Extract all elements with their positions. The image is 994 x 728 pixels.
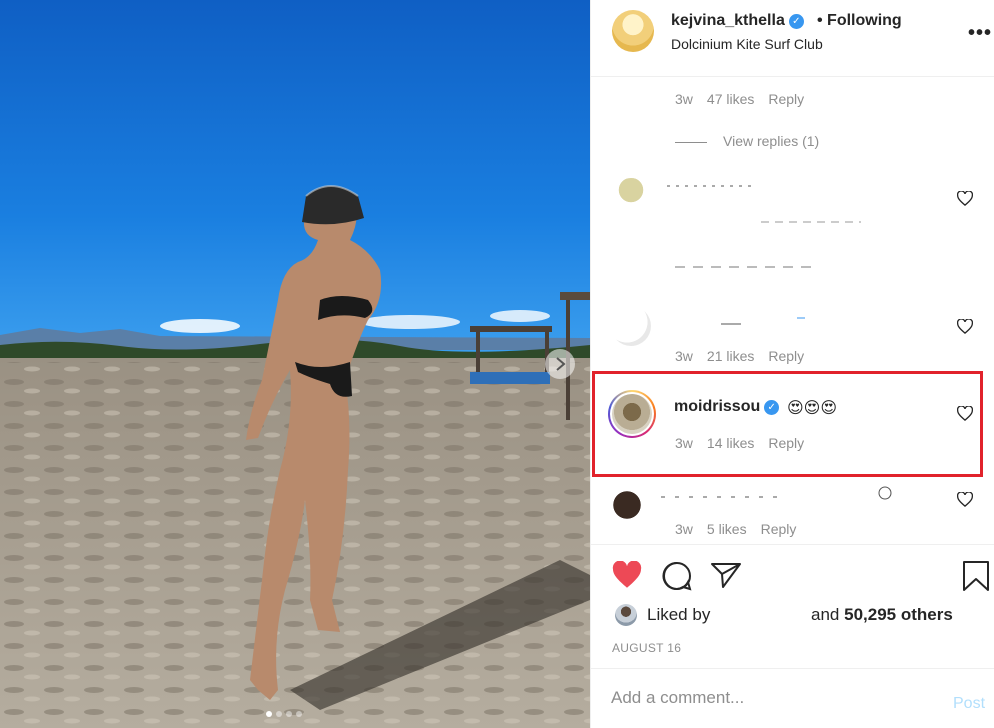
moidrissou-avatar[interactable] (608, 390, 656, 438)
comment-meta: 3w 47 likes Reply (675, 91, 804, 107)
add-comment-bar: Post (591, 668, 994, 728)
obscured-text-icon (667, 185, 861, 223)
obscured-text-icon (661, 486, 892, 500)
heart-outline-icon[interactable] (957, 406, 973, 421)
post-header: kejvina_kthella ✓ • Following Dolcinium K… (591, 0, 994, 77)
post-date: AUGUST 16 (612, 641, 682, 655)
comment-bubble-icon[interactable] (661, 560, 693, 592)
heart-outline-icon[interactable] (957, 191, 973, 206)
and-label: and (811, 605, 840, 624)
view-replies-label[interactable]: View replies (1) (723, 133, 819, 149)
post-comment-button[interactable]: Post (953, 695, 985, 713)
next-photo-button[interactable] (545, 349, 575, 379)
comment-username[interactable]: moidrissou ✓ (674, 398, 780, 416)
reply-button[interactable]: Reply (761, 521, 797, 537)
commenter-avatar[interactable] (611, 481, 651, 521)
comment-age[interactable]: 3w (675, 348, 693, 364)
instagram-post-modal: kejvina_kthella ✓ • Following Dolcinium K… (0, 0, 994, 728)
more-options-icon[interactable]: ••• (968, 22, 992, 45)
heart-filled-icon[interactable] (611, 561, 643, 589)
comment-likes[interactable]: 14 likes (707, 435, 754, 451)
comment-row-obscured (611, 178, 871, 228)
comment-age[interactable]: 3w (675, 521, 693, 537)
comment-likes[interactable]: 21 likes (707, 348, 754, 364)
carousel-dot (266, 711, 272, 717)
comment-username-text[interactable]: moidrissou (674, 398, 760, 415)
author-avatar[interactable] (612, 10, 654, 52)
share-paper-plane-icon[interactable] (710, 561, 742, 589)
carousel-dot (276, 711, 282, 717)
author-username[interactable]: kejvina_kthella ✓ (671, 12, 804, 30)
comment-age[interactable]: 3w (675, 435, 693, 451)
obscured-text-icon (721, 317, 805, 325)
carousel-indicator (266, 711, 302, 717)
comment-meta: 3w 5 likes Reply (675, 521, 796, 537)
reply-button[interactable]: Reply (768, 435, 804, 451)
comment-row-obscured (611, 481, 901, 521)
author-username-text[interactable]: kejvina_kthella (671, 12, 785, 29)
post-side-panel: kejvina_kthella ✓ • Following Dolcinium K… (590, 0, 994, 728)
comment-likes[interactable]: 47 likes (707, 91, 754, 107)
comment-likes[interactable]: 5 likes (707, 521, 747, 537)
obscured-text-icon (675, 266, 815, 268)
divider-line (675, 141, 707, 143)
comment-meta: 3w 14 likes Reply (675, 435, 804, 451)
comment-text: 😍😍😍 (787, 400, 838, 417)
bookmark-icon[interactable] (962, 560, 990, 592)
comment-meta: 3w 21 likes Reply (675, 348, 804, 364)
liked-by-label: Liked by (647, 605, 711, 624)
reply-button[interactable]: Reply (768, 348, 804, 364)
reply-button[interactable]: Reply (768, 91, 804, 107)
comment-input[interactable] (611, 688, 911, 708)
liked-by-avatar[interactable] (615, 604, 637, 626)
verified-badge-icon: ✓ (764, 400, 780, 415)
comment-age[interactable]: 3w (675, 91, 693, 107)
following-button[interactable]: • Following (817, 12, 902, 30)
heart-outline-icon[interactable] (957, 492, 973, 507)
post-location[interactable]: Dolcinium Kite Surf Club (671, 36, 823, 52)
heart-outline-icon[interactable] (957, 319, 973, 334)
commenter-avatar[interactable] (611, 178, 651, 218)
post-photo[interactable] (0, 0, 590, 728)
beach-photo-image (0, 0, 590, 728)
commenter-avatar[interactable] (611, 306, 651, 346)
carousel-dot (286, 711, 292, 717)
likes-summary[interactable]: and 50,295 others (811, 605, 953, 625)
comment-row-obscured (611, 306, 811, 350)
carousel-dot (296, 711, 302, 717)
likes-count[interactable]: 50,295 others (844, 605, 953, 624)
view-replies-button[interactable]: View replies (1) (675, 133, 819, 149)
verified-badge-icon: ✓ (788, 14, 804, 29)
chevron-right-icon (556, 357, 566, 371)
